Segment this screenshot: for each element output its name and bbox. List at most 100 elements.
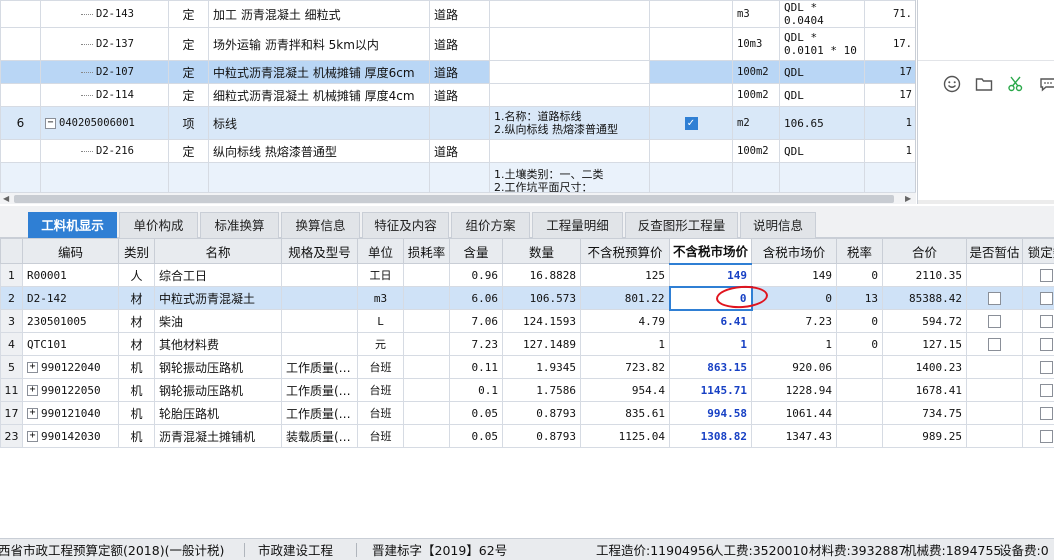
provisional-cell[interactable] [966, 263, 1023, 287]
column-header[interactable]: 数量 [502, 238, 581, 264]
lock-checkbox[interactable] [1040, 361, 1053, 374]
resource-tax-market-price[interactable]: 1347.43 [751, 424, 837, 448]
lock-checkbox[interactable] [1040, 384, 1053, 397]
quota-row[interactable]: D2-216 定纵向标线 热熔漆普通型 道路 100m2 QDL 1 [0, 139, 915, 163]
quota-qty-expr[interactable]: QDL [779, 60, 865, 84]
output-check-cell[interactable] [649, 60, 733, 84]
column-header[interactable]: 编码 [22, 238, 119, 264]
quota-row[interactable]: 1.土壤类别：一、二类 2.工作坑平面尺寸： [0, 162, 915, 192]
lock-checkbox[interactable] [1040, 338, 1053, 351]
resource-market-price[interactable]: 994.58 [669, 401, 752, 425]
quota-code[interactable]: D2-114 [40, 83, 169, 107]
resource-tax-rate[interactable] [836, 401, 883, 425]
lock-checkbox[interactable] [1040, 315, 1053, 328]
resource-tax-rate[interactable]: 13 [836, 286, 883, 310]
resource-row[interactable]: 23 +990142030 机沥青混凝土摊铺机 装载质量(… 台班 0.05 0.8793 1… [0, 424, 1054, 448]
quota-name[interactable]: 纵向标线 热熔漆普通型 [208, 139, 430, 163]
resource-market-price[interactable]: 1145.71 [669, 378, 752, 402]
resource-name[interactable]: 中粒式沥青混凝土 [154, 286, 282, 310]
lock-cell[interactable] [1022, 263, 1054, 287]
column-header[interactable]: 不含税市场价 [669, 238, 752, 265]
quota-name[interactable]: 场外运输 沥青拌和料 5km以内 [208, 27, 430, 61]
resource-row[interactable]: 11 +990122050 机钢轮振动压路机 工作质量(… 台班 0.1 1.7586 954… [0, 378, 1054, 402]
resource-content[interactable]: 0.11 [449, 355, 503, 379]
resource-content[interactable]: 7.06 [449, 309, 503, 333]
provisional-cell[interactable] [966, 309, 1023, 333]
quota-row[interactable]: D2-137 定场外运输 沥青拌和料 5km以内 道路 10m3 QDL * 0.010… [0, 27, 915, 61]
lock-cell[interactable] [1022, 286, 1054, 310]
tab-6[interactable]: 组价方案 [451, 212, 530, 238]
resource-loss-rate[interactable] [403, 332, 450, 356]
quota-feature[interactable] [489, 60, 650, 84]
folder-icon[interactable] [974, 74, 994, 94]
resource-code[interactable]: 230501005 [22, 309, 119, 333]
resource-spec[interactable] [281, 263, 358, 287]
quota-row[interactable]: 6−040205006001 项标线 1.名称：道路标线 2.纵向标线 热熔漆普通型… [0, 106, 915, 140]
column-header[interactable]: 单位 [357, 238, 404, 264]
chat-bubble-icon[interactable] [1038, 74, 1054, 94]
quota-feature[interactable]: 1.名称：道路标线 2.纵向标线 热熔漆普通型 [489, 106, 650, 140]
lock-checkbox[interactable] [1040, 430, 1053, 443]
resource-loss-rate[interactable] [403, 263, 450, 287]
lock-cell[interactable] [1022, 401, 1054, 425]
expand-icon[interactable]: + [27, 385, 38, 396]
resource-name[interactable]: 综合工日 [154, 263, 282, 287]
collapse-icon[interactable]: − [45, 117, 56, 129]
resource-spec[interactable]: 装载质量(… [281, 424, 358, 448]
provisional-checkbox[interactable] [988, 292, 1001, 305]
resource-spec[interactable] [281, 286, 358, 310]
quota-spec[interactable]: 道路 [429, 83, 490, 107]
resource-code[interactable]: +990121040 [22, 401, 119, 425]
resource-name[interactable]: 轮胎压路机 [154, 401, 282, 425]
resource-tax-rate[interactable]: 0 [836, 332, 883, 356]
resource-tax-market-price[interactable]: 7.23 [751, 309, 837, 333]
quota-spec[interactable]: 道路 [429, 0, 490, 28]
column-header[interactable]: 合价 [882, 238, 967, 264]
quota-feature[interactable]: 1.土壤类别：一、二类 2.工作坑平面尺寸： [489, 162, 650, 192]
column-header[interactable]: 锁定数 [1022, 238, 1054, 264]
resource-tax-market-price[interactable]: 920.06 [751, 355, 837, 379]
provisional-cell[interactable] [966, 378, 1023, 402]
resource-name[interactable]: 柴油 [154, 309, 282, 333]
resource-name[interactable]: 钢轮振动压路机 [154, 355, 282, 379]
tab-5[interactable]: 特征及内容 [362, 212, 449, 238]
resource-spec[interactable]: 工作质量(… [281, 355, 358, 379]
quota-row[interactable]: D2-143 定加工 沥青混凝土 细粒式 道路 m3 QDL * 0.0404 71. [0, 0, 915, 28]
quota-qty-expr[interactable]: QDL [779, 83, 865, 107]
scroll-left-icon[interactable]: ◀ [3, 193, 9, 205]
resource-name[interactable]: 其他材料费 [154, 332, 282, 356]
column-header[interactable]: 含税市场价 [751, 238, 837, 264]
output-check-cell[interactable] [649, 162, 733, 192]
resource-row[interactable]: 4 QTC101 材其他材料费元 7.23 127.1489 1 1 1 0 127.15 [0, 332, 1054, 356]
resource-tax-rate[interactable]: 0 [836, 309, 883, 333]
resource-code[interactable]: D2-142 [22, 286, 119, 310]
quota-spec[interactable]: 道路 [429, 27, 490, 61]
resource-loss-rate[interactable] [403, 286, 450, 310]
scroll-right-icon[interactable]: ▶ [905, 193, 911, 205]
resource-name[interactable]: 钢轮振动压路机 [154, 378, 282, 402]
quota-qty-expr[interactable]: QDL * 0.0404 [779, 0, 865, 28]
resource-loss-rate[interactable] [403, 378, 450, 402]
lock-cell[interactable] [1022, 378, 1054, 402]
quota-qty-expr[interactable]: QDL [779, 139, 865, 163]
quota-feature[interactable] [489, 0, 650, 28]
resource-tax-market-price[interactable]: 1061.44 [751, 401, 837, 425]
column-header[interactable]: 不含税预算价 [580, 238, 670, 264]
quota-name[interactable]: 中粒式沥青混凝土 机械摊铺 厚度6cm [208, 60, 430, 84]
quota-name[interactable]: 细粒式沥青混凝土 机械摊铺 厚度4cm [208, 83, 430, 107]
tab-3[interactable]: 标准换算 [200, 212, 279, 238]
tab-9[interactable]: 说明信息 [740, 212, 816, 238]
quota-code[interactable]: D2-107 [40, 60, 169, 84]
resource-market-price[interactable]: 1 [669, 332, 752, 356]
resource-content[interactable]: 0.1 [449, 378, 503, 402]
resource-loss-rate[interactable] [403, 309, 450, 333]
resource-market-price[interactable]: 149 [669, 263, 752, 287]
quota-code[interactable]: −040205006001 [40, 106, 169, 140]
output-check-cell[interactable]: ✓ [649, 106, 733, 140]
column-header[interactable]: 损耗率 [403, 238, 450, 264]
quota-row[interactable]: D2-114 定细粒式沥青混凝土 机械摊铺 厚度4cm 道路 100m2 QDL 17 [0, 83, 915, 107]
resource-content[interactable]: 0.05 [449, 401, 503, 425]
resource-loss-rate[interactable] [403, 355, 450, 379]
resource-row[interactable]: 3 230501005 材柴油 L 7.06 124.1593 4.79 6.41 7.23 0 5… [0, 309, 1054, 333]
provisional-cell[interactable] [966, 424, 1023, 448]
